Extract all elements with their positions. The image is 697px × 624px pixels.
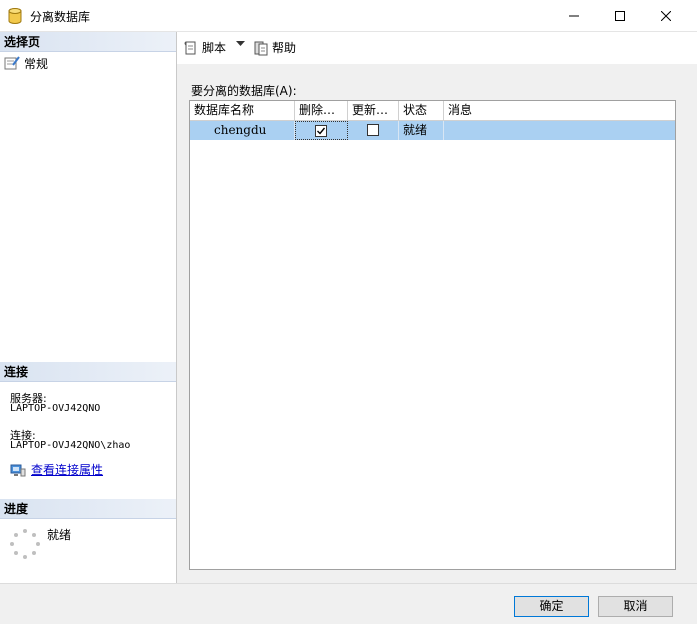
minimize-button[interactable] (551, 0, 597, 31)
general-page-icon (4, 56, 20, 70)
script-dropdown[interactable] (236, 41, 245, 47)
close-icon (661, 10, 671, 21)
select-page-header: 选择页 (0, 32, 176, 52)
update-statistics-checkbox[interactable] (367, 124, 379, 136)
connection-properties-icon (10, 464, 26, 476)
page-item-label: 常规 (24, 56, 49, 71)
page-item-general[interactable]: 常规 (4, 54, 48, 72)
script-button[interactable]: 脚本 (183, 39, 226, 56)
server-value: LAPTOP-OVJ42QNO (10, 403, 101, 414)
window-title: 分离数据库 (30, 10, 91, 24)
help-label: 帮助 (272, 41, 297, 55)
column-header-update[interactable]: 更新… (348, 101, 399, 120)
column-header-drop[interactable]: 删除… (295, 101, 348, 120)
help-icon (254, 41, 268, 55)
progress-header: 进度 (0, 499, 176, 519)
database-name-cell: chengdu (206, 121, 295, 140)
progress-spinner-icon (10, 529, 40, 559)
databases-grid[interactable]: 数据库名称 删除… 更新… 状态 消息 chengdu 就绪 (189, 100, 676, 570)
column-header-status[interactable]: 状态 (399, 101, 444, 120)
script-label: 脚本 (202, 41, 227, 55)
grid-label: 要分离的数据库(A): (191, 84, 297, 98)
chevron-down-icon (236, 41, 245, 46)
update-statistics-cell[interactable] (348, 121, 399, 140)
toolbar: 脚本 帮助 (177, 32, 697, 64)
help-button[interactable]: 帮助 (253, 39, 296, 56)
minimize-icon (569, 15, 579, 16)
row-selector[interactable] (190, 121, 206, 140)
checkmark-icon (317, 127, 326, 135)
view-connection-properties-link[interactable]: 查看连接属性 (10, 461, 103, 478)
connection-value: LAPTOP-OVJ42QNO\zhao (10, 440, 131, 451)
grid-header: 数据库名称 删除… 更新… 状态 消息 (190, 101, 675, 121)
title-bar: 分离数据库 (0, 0, 697, 32)
table-row[interactable]: chengdu 就绪 (190, 121, 675, 140)
status-cell: 就绪 (399, 121, 444, 140)
ok-button[interactable]: 确定 (514, 596, 589, 617)
left-panel: 选择页 常规 连接 服务器: LAPTOP-OVJ42QNO 连接: LAPTO… (0, 32, 177, 583)
view-connection-properties-label[interactable]: 查看连接属性 (31, 461, 103, 478)
database-icon (8, 8, 22, 24)
content-area: 要分离的数据库(A): 数据库名称 删除… 更新… 状态 消息 chengdu … (177, 64, 697, 583)
cancel-button[interactable]: 取消 (598, 596, 673, 617)
footer: 确定 取消 (0, 583, 697, 624)
progress-status: 就绪 (47, 528, 72, 542)
message-cell (444, 121, 675, 140)
drop-connections-checkbox[interactable] (315, 125, 327, 137)
drop-connections-cell[interactable] (295, 121, 348, 140)
script-icon (184, 41, 196, 54)
maximize-icon (615, 10, 625, 21)
close-button[interactable] (643, 0, 689, 31)
maximize-button[interactable] (597, 0, 643, 31)
connection-header: 连接 (0, 362, 176, 382)
column-header-name[interactable]: 数据库名称 (190, 101, 295, 120)
column-header-message[interactable]: 消息 (444, 101, 675, 120)
